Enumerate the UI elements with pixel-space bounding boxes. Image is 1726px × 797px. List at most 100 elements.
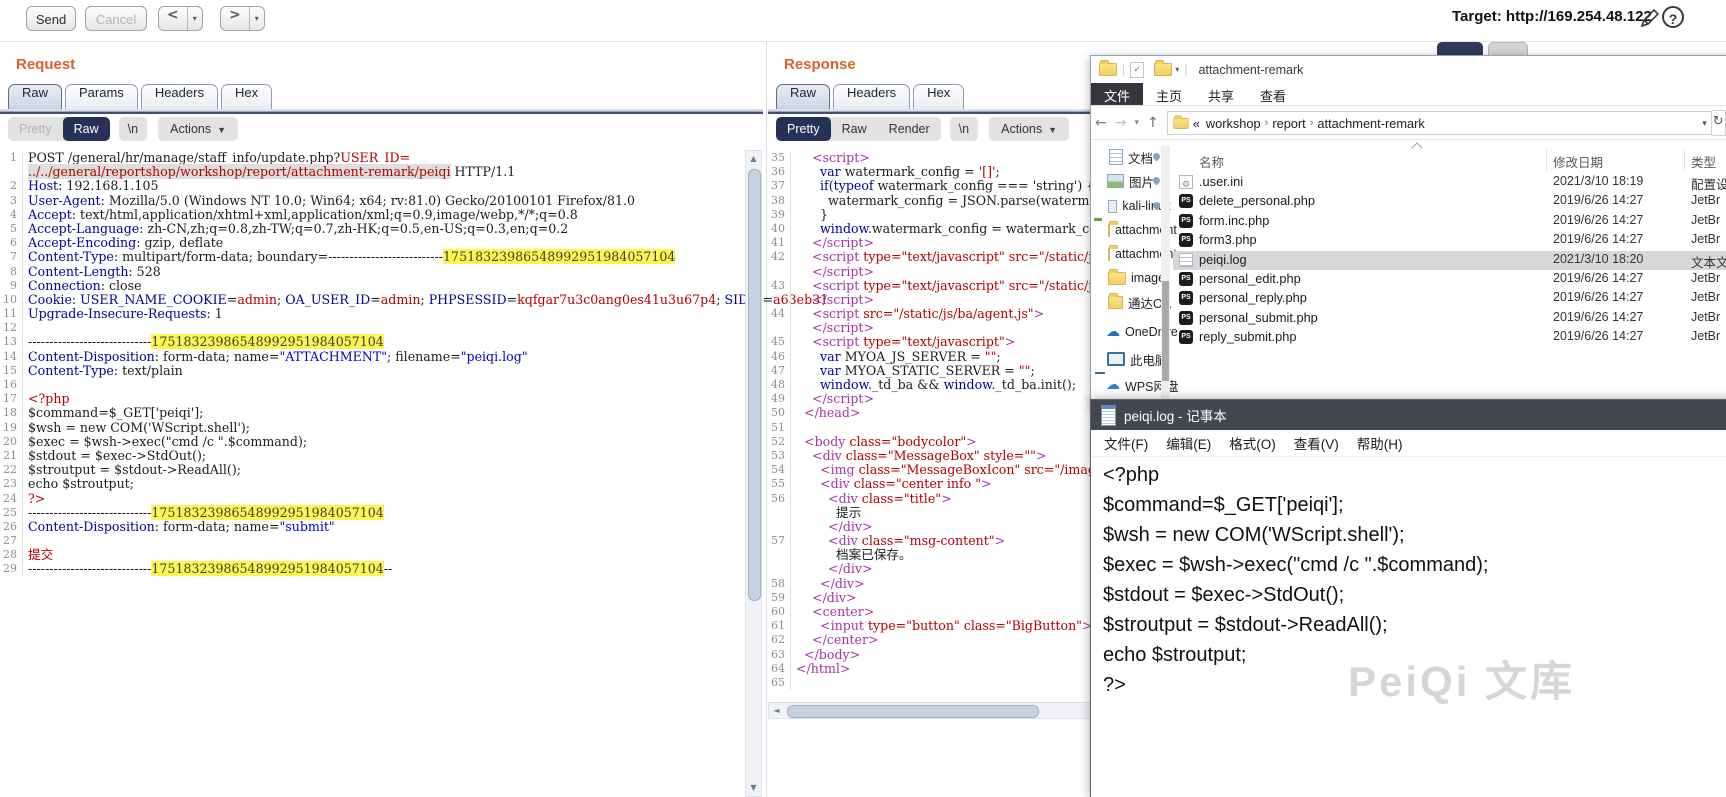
request-tab-headers[interactable]: Headers	[140, 84, 218, 109]
request-tab-hex[interactable]: Hex	[220, 84, 273, 109]
cancel-button[interactable]: Cancel	[85, 6, 147, 31]
ribbon-tab-共享[interactable]: 共享	[1195, 83, 1247, 105]
ribbon-tab-主页[interactable]: 主页	[1143, 83, 1195, 105]
response-mode-raw[interactable]: Raw	[831, 117, 878, 141]
code-line: <script type="text/javascript" src="/sta…	[791, 250, 1119, 264]
sidebar-scrollbar[interactable]	[1161, 146, 1170, 401]
file-row-delete_personal.php[interactable]: delete_personal.php 2019/6/26 14:27 JetBr	[1173, 192, 1726, 211]
notepad-titlebar[interactable]: peiqi.log - 记事本	[1091, 400, 1726, 430]
file-row-reply_submit.php[interactable]: reply_submit.php 2019/6/26 14:27 JetBr	[1173, 328, 1726, 347]
back-icon[interactable]: <	[159, 7, 187, 30]
php-file-icon	[1179, 310, 1193, 325]
scroll-up-icon[interactable]: ▲	[746, 151, 761, 167]
response-tab-headers[interactable]: Headers	[833, 84, 911, 109]
notepad-menu-格式(O)[interactable]: 格式(O)	[1220, 433, 1285, 453]
sidebar-item-image[interactable]: image	[1091, 267, 1171, 289]
address-bar[interactable]: « workshop › report › attachment-remark ▾	[1166, 111, 1712, 135]
request-tab-raw[interactable]: Raw	[8, 84, 63, 109]
breadcrumb[interactable]: workshop › report › attachment-remark	[1203, 116, 1428, 131]
notepad-menu-查看(V)[interactable]: 查看(V)	[1285, 433, 1348, 453]
breadcrumb-item[interactable]: workshop	[1206, 116, 1261, 131]
file-row-peiqi.log[interactable]: peiqi.log 2021/3/10 18:20 文本文	[1173, 250, 1726, 270]
response-mode-pretty[interactable]: Pretty	[776, 117, 831, 141]
column-header-type[interactable]: 类型	[1691, 152, 1716, 171]
code-line: var MYOA_JS_SERVER = "";	[791, 349, 1001, 364]
request-actions-button[interactable]: Actions ▼	[158, 117, 239, 141]
response-mode-render[interactable]: Render	[878, 117, 941, 141]
refresh-icon[interactable]: ↻	[1711, 110, 1726, 136]
file-row-personal_reply.php[interactable]: personal_reply.php 2019/6/26 14:27 JetBr	[1173, 289, 1726, 308]
scroll-down-icon[interactable]: ▼	[746, 780, 761, 796]
request-mode-raw[interactable]: Raw	[62, 117, 110, 141]
sidebar-item-文档[interactable]: 文档	[1091, 146, 1171, 168]
sidebar-item-attachment[interactable]: attachment	[1091, 219, 1177, 241]
breadcrumb-item[interactable]: attachment-remark	[1317, 116, 1424, 131]
explorer-titlebar[interactable]: | ✓ ▾ | attachment-remark	[1091, 56, 1726, 83]
code-segment: USER_NAME_COOKIE	[80, 291, 227, 307]
sidebar-scrollbar-thumb[interactable]	[1162, 281, 1169, 381]
column-separator[interactable]	[1546, 150, 1547, 170]
target-label: Target:	[1452, 8, 1502, 25]
request-editor[interactable]: 1 POST /general/hr/manage/staff_info/upda…	[0, 150, 828, 577]
notepad-menu-帮助(H)[interactable]: 帮助(H)	[1348, 433, 1412, 453]
code-segment: $command=$_GET['peiqi'];	[28, 405, 204, 421]
file-row-personal_submit.php[interactable]: personal_submit.php 2019/6/26 14:27 JetBr	[1173, 309, 1726, 328]
sidebar-item-此电脑[interactable]: 此电脑	[1091, 348, 1171, 370]
back-dropdown-icon[interactable]: ▾	[186, 7, 202, 30]
column-header-name[interactable]: 名称	[1199, 152, 1224, 171]
request-newline-button[interactable]: \n	[118, 117, 148, 141]
file-row-.user.ini[interactable]: .user.ini 2021/3/10 18:19 配置设	[1173, 173, 1726, 192]
file-row-form.inc.php[interactable]: form.inc.php 2019/6/26 14:27 JetBr	[1173, 212, 1726, 231]
response-newline-button[interactable]: \n	[949, 117, 979, 141]
request-scrollbar[interactable]: ▲ ▼	[745, 150, 762, 797]
response-actions-button[interactable]: Actions ▼	[989, 117, 1070, 141]
address-dropdown-icon[interactable]: ▾	[1702, 118, 1707, 129]
sidebar-item-attachment-rem[interactable]: attachment-rem	[1091, 243, 1203, 265]
code-segment: ../../general/reportshop/workshop/report…	[28, 164, 451, 180]
request-scrollbar-thumb[interactable]	[748, 169, 761, 601]
breadcrumb-item[interactable]: report	[1272, 116, 1305, 131]
ribbon-tab-文件[interactable]: 文件	[1091, 83, 1144, 105]
code-line: Accept-Language: zh-CN,zh;q=0.8,zh-TW;q=…	[23, 221, 568, 236]
file-type: JetBr	[1691, 309, 1721, 324]
chevron-down-icon[interactable]: ▾	[1175, 65, 1179, 74]
notepad-text-area[interactable]: <?php $command=$_GET['peiqi']; $wsh = new …	[1091, 457, 1726, 797]
notepad-menu-文件(F)[interactable]: 文件(F)	[1095, 433, 1157, 453]
nav-back-icon[interactable]: ←	[1095, 115, 1107, 131]
line-number: 38	[768, 193, 791, 208]
sidebar-item-kali-linux[interactable]: kali-linux	[1091, 195, 1171, 217]
explorer-address-row: ← → ▾ ↑ « workshop › report › attachment-rem…	[1091, 107, 1726, 140]
ini-file-icon	[1179, 175, 1193, 189]
edit-target-pencil-icon[interactable]	[1638, 6, 1662, 30]
code-line: var watermark_config = '[]';	[791, 165, 1000, 179]
forward-button-group[interactable]: > ▾	[220, 6, 265, 31]
column-header-date[interactable]: 修改日期	[1553, 152, 1603, 171]
send-button[interactable]: Send	[26, 6, 76, 31]
sidebar-item-WPS网盘[interactable]: ☁ WPS网盘	[1091, 374, 1178, 396]
quick-access-check-icon[interactable]: ✓	[1130, 61, 1145, 78]
sidebar-item-OneDrive[interactable]: ☁ OneDrive	[1091, 321, 1178, 343]
line-number: 39	[768, 207, 791, 222]
code-segment: Cookie	[28, 291, 72, 307]
ribbon-tab-查看[interactable]: 查看	[1247, 83, 1299, 105]
response-tab-raw[interactable]: Raw	[776, 84, 831, 109]
nav-forward-icon[interactable]: →	[1115, 115, 1127, 131]
request-tab-params[interactable]: Params	[65, 84, 138, 109]
notepad-text-line: ?>	[1103, 674, 1126, 696]
forward-icon[interactable]: >	[221, 7, 249, 30]
notepad-menu-编辑(E)[interactable]: 编辑(E)	[1157, 433, 1220, 453]
response-h-scrollbar-thumb[interactable]	[787, 705, 1039, 718]
sidebar-item-图片[interactable]: 图片	[1091, 170, 1171, 192]
nav-history-chevron-icon[interactable]: ▾	[1134, 118, 1139, 128]
file-row-personal_edit.php[interactable]: personal_edit.php 2019/6/26 14:27 JetBr	[1173, 270, 1726, 289]
file-row-form3.php[interactable]: form3.php 2019/6/26 14:27 JetBr	[1173, 231, 1726, 250]
help-icon[interactable]: ?	[1662, 6, 1684, 28]
response-tab-hex[interactable]: Hex	[913, 84, 965, 109]
column-separator[interactable]	[1684, 150, 1685, 170]
back-button-group[interactable]: < ▾	[158, 6, 203, 31]
request-mode-pretty[interactable]: Pretty	[8, 117, 63, 141]
forward-dropdown-icon[interactable]: ▾	[248, 7, 264, 30]
scroll-left-icon[interactable]: ◄	[769, 703, 784, 719]
nav-up-icon[interactable]: ↑	[1147, 115, 1159, 131]
sidebar-item-通达OA[interactable]: 通达OA	[1091, 291, 1171, 313]
